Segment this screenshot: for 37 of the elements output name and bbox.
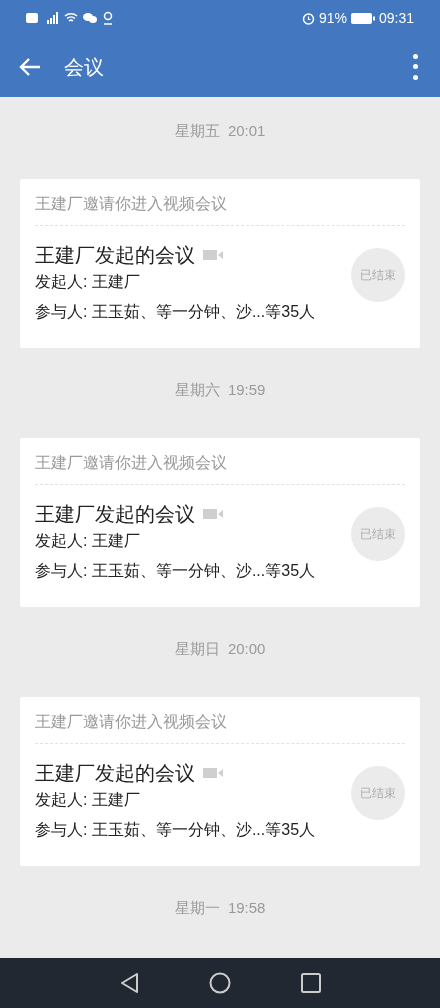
meeting-title: 王建厂发起的会议 [35, 243, 195, 268]
participants-text: 参与人: 王玉茹、等一分钟、沙...等35人 [35, 820, 316, 840]
back-arrow-icon [19, 56, 41, 77]
ended-status: 已结束 [351, 506, 405, 561]
participants-text: 参与人: 王玉茹、等一分钟、沙...等35人 [35, 302, 316, 322]
nav-back-button[interactable] [119, 972, 139, 994]
meeting-card[interactable]: 王建厂邀请你进入视频会议 王建厂发起的会议 发起人: 王建厂 参与人: 王玉茹、等一分钟、沙...等35人 已结束 [20, 179, 420, 348]
page-title: 会议 [64, 54, 104, 80]
date-label: 星期日 20:00 [174, 639, 266, 658]
initiator-text: 发起人: 王建厂 [35, 531, 140, 551]
invite-text: 王建厂邀请你进入视频会议 [35, 453, 227, 473]
nav-home-button[interactable] [209, 972, 231, 994]
location-icon [102, 11, 114, 25]
meeting-card[interactable]: 王建厂邀请你进入视频会议 王建厂发起的会议 发起人: 王建厂 参与人: 王玉茹、等一分钟、沙...等35人 已结束 [20, 438, 420, 607]
nav-recents-button[interactable] [301, 973, 321, 993]
meeting-title: 王建厂发起的会议 [35, 761, 195, 786]
wifi-icon [64, 12, 78, 24]
ended-status: 已结束 [351, 247, 405, 302]
date-label: 星期一 19:58 [174, 898, 266, 917]
date-label: 星期五 20:01 [174, 121, 266, 140]
invite-text: 王建厂邀请你进入视频会议 [35, 194, 227, 214]
battery-percent: 91% [318, 8, 347, 28]
invite-text: 王建厂邀请你进入视频会议 [35, 712, 227, 732]
meeting-card[interactable]: 王建厂邀请你进入视频会议 王建厂发起的会议 发起人: 王建厂 参与人: 王玉茹、等一分钟、沙...等35人 已结束 [20, 697, 420, 866]
meeting-title: 王建厂发起的会议 [35, 502, 195, 527]
chat-icon [83, 12, 97, 24]
clock-time: 09:31 [378, 8, 414, 28]
initiator-text: 发起人: 王建厂 [35, 790, 140, 810]
date-label: 星期六 19:59 [174, 380, 266, 399]
initiator-text: 发起人: 王建厂 [35, 272, 140, 292]
video-camera-icon [203, 767, 223, 779]
video-camera-icon [203, 508, 223, 520]
participants-text: 参与人: 王玉茹、等一分钟、沙...等35人 [35, 561, 316, 581]
video-camera-icon [203, 249, 223, 261]
battery-icon [350, 12, 375, 24]
ended-status: 已结束 [351, 765, 405, 820]
alarm-icon [301, 11, 315, 25]
